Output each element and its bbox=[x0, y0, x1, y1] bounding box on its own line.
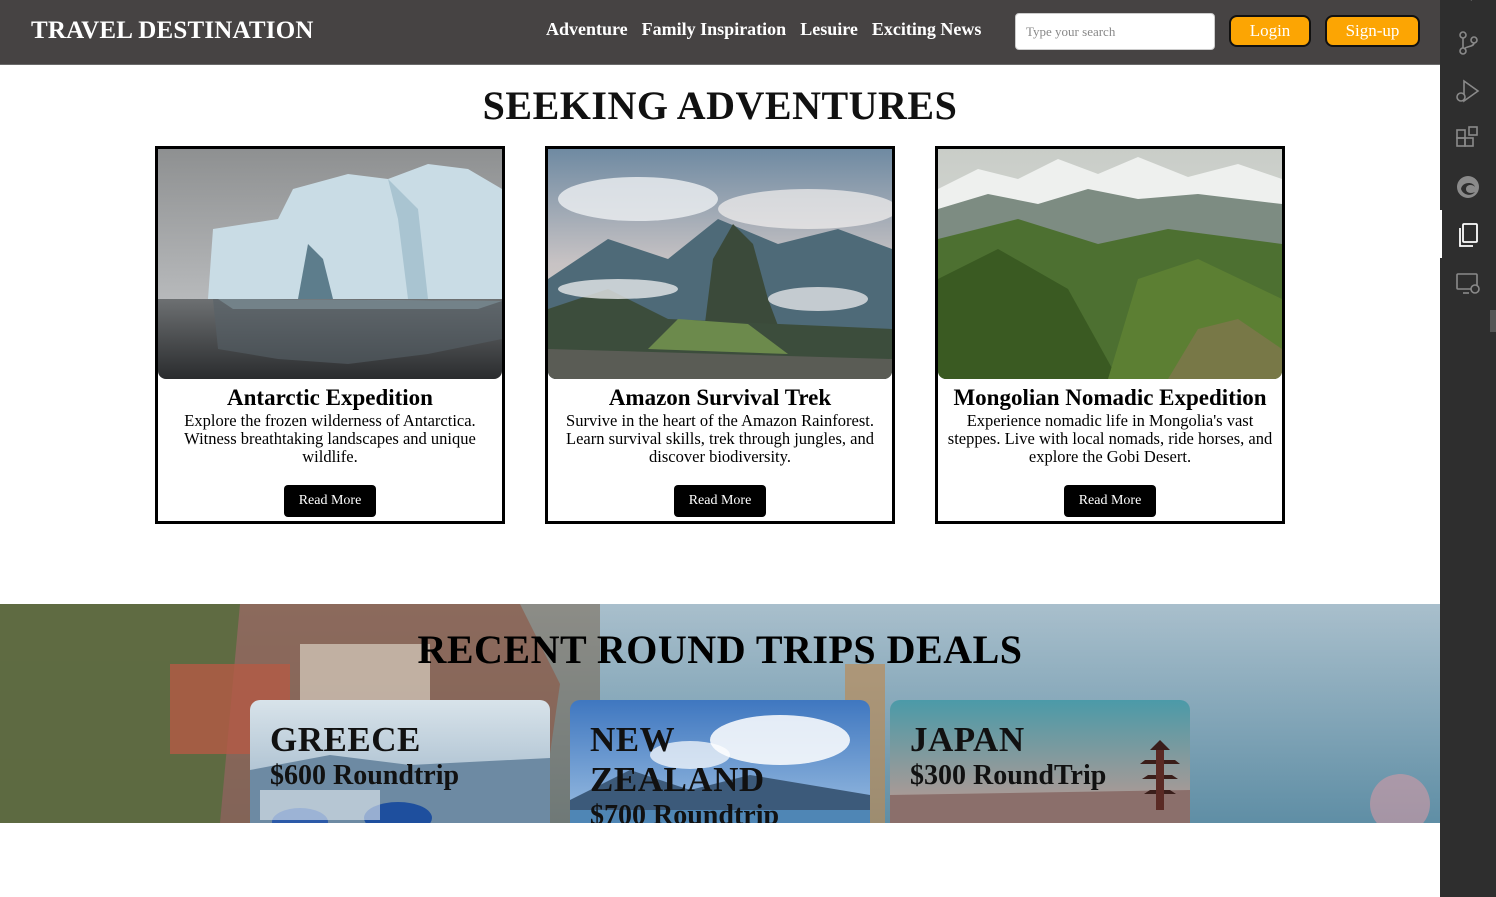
site-brand[interactable]: TRAVEL DESTINATION bbox=[31, 17, 314, 45]
run-debug-icon[interactable] bbox=[1454, 77, 1482, 105]
deal-price: $300 RoundTrip bbox=[910, 760, 1107, 791]
extensions-icon[interactable] bbox=[1454, 125, 1482, 153]
deal-price: $600 Roundtrip bbox=[270, 760, 460, 791]
top-navbar: TRAVEL DESTINATION Adventure Family Insp… bbox=[0, 0, 1440, 65]
nav-link-leisure[interactable]: Lesuire bbox=[800, 19, 858, 40]
chevron-icon[interactable] bbox=[1454, 0, 1482, 14]
deal-price: $700 Roundtrip bbox=[590, 800, 780, 823]
sidebar-scrollbar[interactable] bbox=[1490, 310, 1496, 332]
deal-destination: NEW ZEALAND bbox=[590, 720, 765, 799]
card-description: Experience nomadic life in Mongolia's va… bbox=[947, 411, 1273, 466]
deals-title: RECENT ROUND TRIPS DEALS bbox=[417, 627, 1023, 672]
login-button[interactable]: Login bbox=[1229, 15, 1311, 47]
edge-browser-icon[interactable] bbox=[1454, 173, 1482, 201]
editor-activity-bar bbox=[1440, 0, 1496, 897]
nav-link-adventure[interactable]: Adventure bbox=[546, 19, 628, 40]
active-indicator bbox=[1440, 210, 1442, 258]
antarctic-image bbox=[158, 149, 502, 379]
adventure-card: Antarctic Expedition Explore the frozen … bbox=[155, 146, 505, 524]
adventure-card: Mongolian Nomadic Expedition Experience … bbox=[935, 146, 1285, 524]
amazon-trek-image bbox=[548, 149, 892, 379]
read-more-button[interactable]: Read More bbox=[674, 485, 766, 517]
card-description: Survive in the heart of the Amazon Rainf… bbox=[566, 411, 874, 466]
source-control-icon[interactable] bbox=[1454, 29, 1482, 57]
card-description: Explore the frozen wilderness of Antarct… bbox=[184, 411, 476, 466]
deal-card-japan[interactable]: JAPAN $300 RoundTrip bbox=[890, 700, 1190, 823]
nav-link-family-inspiration[interactable]: Family Inspiration bbox=[642, 19, 787, 40]
search-input[interactable] bbox=[1015, 13, 1215, 50]
deal-card-greece[interactable]: GREECE $600 Roundtrip bbox=[250, 700, 550, 823]
nav-link-exciting-news[interactable]: Exciting News bbox=[872, 19, 982, 40]
card-title: Antarctic Expedition bbox=[227, 385, 433, 410]
deals-section: RECENT ROUND TRIPS DEALS GREECE $600 Rou… bbox=[0, 604, 1440, 823]
remote-explorer-icon[interactable] bbox=[1454, 269, 1482, 297]
read-more-button[interactable]: Read More bbox=[284, 485, 376, 517]
main-nav: Adventure Family Inspiration Lesuire Exc… bbox=[546, 19, 995, 40]
read-more-button[interactable]: Read More bbox=[1064, 485, 1156, 517]
deal-destination: GREECE bbox=[270, 720, 421, 759]
deal-destination: JAPAN bbox=[910, 720, 1025, 759]
copy-files-icon[interactable] bbox=[1454, 221, 1482, 249]
signup-button[interactable]: Sign-up bbox=[1325, 15, 1420, 47]
adventures-title: SEEKING ADVENTURES bbox=[482, 83, 958, 128]
adventure-card: Amazon Survival Trek Survive in the hear… bbox=[545, 146, 895, 524]
mongolia-image bbox=[938, 149, 1282, 379]
card-title: Amazon Survival Trek bbox=[608, 385, 832, 410]
deal-card-new-zealand[interactable]: NEW ZEALAND $700 Roundtrip bbox=[570, 700, 870, 823]
card-title: Mongolian Nomadic Expedition bbox=[953, 385, 1267, 410]
